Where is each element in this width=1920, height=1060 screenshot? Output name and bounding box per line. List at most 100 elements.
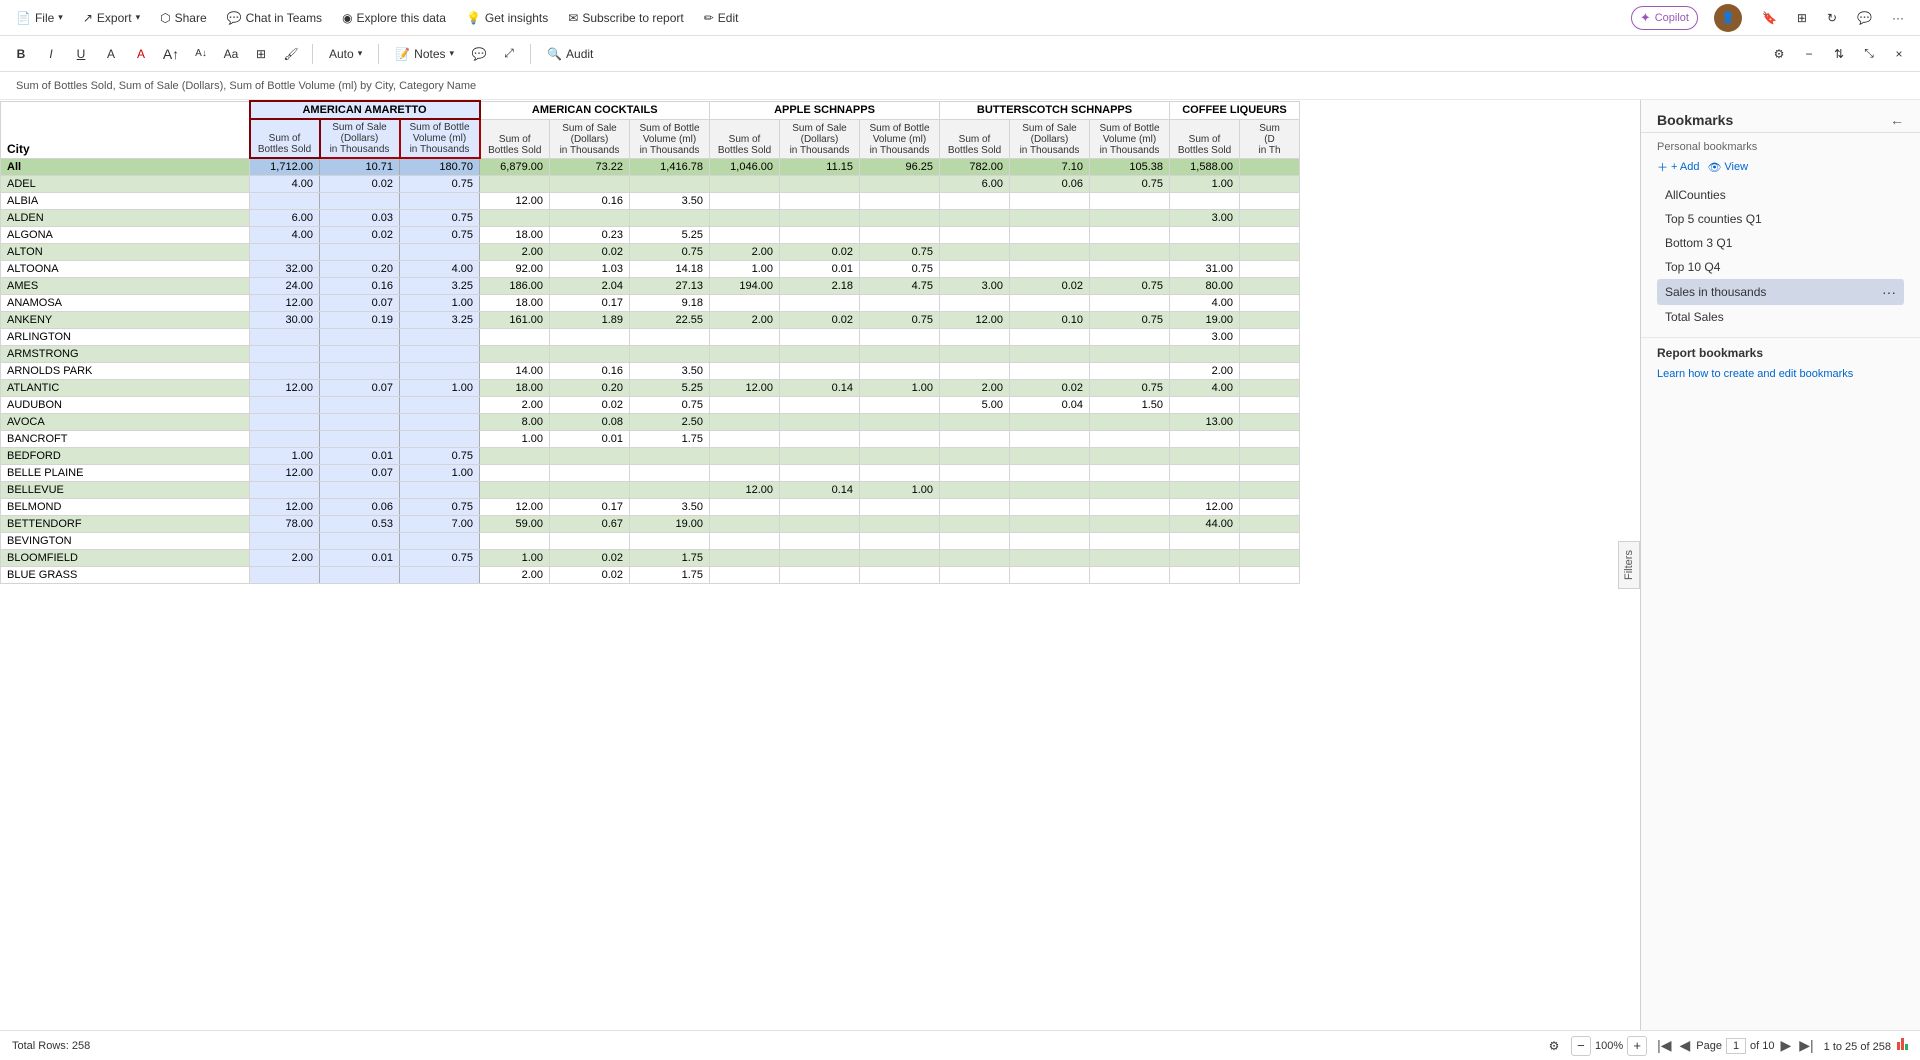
font-color-btn[interactable]: A [128, 41, 154, 67]
page-first-btn[interactable]: |◀ [1655, 1037, 1673, 1054]
settings-panel-btn[interactable]: ⚙ [1766, 41, 1792, 67]
expand-btn[interactable]: ⤢ [496, 41, 522, 67]
sidebar-close-icon[interactable]: ← [1890, 112, 1904, 128]
data-cell: 2.04 [550, 278, 630, 295]
zoom-controls: ⚙ − 100% + [1541, 1033, 1647, 1059]
data-cell [1010, 363, 1090, 380]
data-cell [710, 431, 780, 448]
city-cell: ARMSTRONG [1, 346, 250, 363]
data-cell: 0.01 [550, 431, 630, 448]
zoom-in-btn[interactable]: + [1627, 1036, 1647, 1056]
page-last-btn[interactable]: ▶| [1797, 1037, 1815, 1054]
data-cell: 0.20 [550, 380, 630, 397]
bookmark-more-icon[interactable]: ··· [1882, 284, 1896, 300]
data-cell: 4.00 [1170, 380, 1240, 397]
page-next-btn[interactable]: ▶ [1778, 1037, 1793, 1054]
data-cell: 18.00 [480, 227, 550, 244]
data-cell: 22.55 [630, 312, 710, 329]
data-cell: 6.00 [250, 210, 320, 227]
settings-icon-btn[interactable]: ⚙ [1541, 1033, 1567, 1059]
bookmark-icon-btn[interactable]: 🔖 [1754, 7, 1785, 29]
font-increase-btn[interactable]: A↑ [158, 41, 184, 67]
bookmark-item-0[interactable]: AllCounties [1657, 183, 1904, 207]
close-panel-btn[interactable]: × [1886, 41, 1912, 67]
data-cell [1240, 448, 1300, 465]
data-cell: 3.25 [400, 278, 480, 295]
city-cell: All [1, 158, 250, 176]
edit-btn[interactable]: ✏ Edit [696, 7, 747, 29]
data-cell [860, 567, 940, 584]
font-decrease-btn[interactable]: A↓ [188, 41, 214, 67]
paint-format-btn[interactable]: 🖌 [278, 41, 304, 67]
table-format-btn[interactable]: ⊞ [248, 41, 274, 67]
filters-tab[interactable]: Filters [1618, 541, 1640, 589]
data-cell [250, 567, 320, 584]
learn-link[interactable]: Learn how to create and edit bookmarks [1641, 364, 1920, 384]
expand-view-btn[interactable]: ⤡ [1856, 41, 1882, 67]
data-cell [780, 295, 860, 312]
explore-btn[interactable]: ◉ Explore this data [334, 7, 454, 29]
sort-btn[interactable]: ⇅ [1826, 41, 1852, 67]
data-cell: 0.02 [550, 244, 630, 261]
data-cell [860, 499, 940, 516]
refresh-icon-btn[interactable]: ↻ [1819, 7, 1845, 29]
auto-dropdown[interactable]: Auto ▾ [321, 43, 370, 65]
main-layout: Filters City AMERICAN AMARETTO AMERICAN … [0, 100, 1920, 1030]
data-cell [780, 550, 860, 567]
bookmark-item-5[interactable]: Total Sales [1657, 305, 1904, 329]
subscribe-btn[interactable]: ✉ Subscribe to report [560, 7, 691, 29]
data-cell: 0.20 [320, 261, 400, 278]
underline-btn[interactable]: U [68, 41, 94, 67]
city-cell: ATLANTIC [1, 380, 250, 397]
layout-icon-btn[interactable]: ⊞ [1789, 7, 1815, 29]
data-cell [1010, 295, 1090, 312]
bold-btn[interactable]: B [8, 41, 34, 67]
avatar[interactable]: 👤 [1714, 4, 1742, 32]
data-cell [1010, 516, 1090, 533]
zoom-out-btn[interactable]: − [1571, 1036, 1591, 1056]
table-body: All1,712.0010.71180.706,879.0073.221,416… [1, 158, 1300, 584]
bookmark-item-3[interactable]: Top 10 Q4 [1657, 255, 1904, 279]
export-menu[interactable]: ↗ Export ▾ [75, 7, 148, 29]
data-cell [940, 193, 1010, 210]
data-cell [860, 414, 940, 431]
page-prev-btn[interactable]: ◀ [1678, 1037, 1693, 1054]
data-cell [710, 533, 780, 550]
minus-panel-btn[interactable]: − [1796, 41, 1822, 67]
audit-btn[interactable]: 🔍 Audit [539, 43, 601, 65]
table-row: BEVINGTON [1, 533, 1300, 550]
city-cell: AUDUBON [1, 397, 250, 414]
file-icon: 📄 [16, 11, 31, 25]
highlight-btn[interactable]: A [98, 41, 124, 67]
italic-btn[interactable]: I [38, 41, 64, 67]
sidebar-actions: ＋ + Add 👁 View [1657, 159, 1904, 175]
data-cell [1240, 210, 1300, 227]
text-format-btn[interactable]: Aa [218, 41, 244, 67]
bookmark-item-4[interactable]: Sales in thousands··· [1657, 279, 1904, 305]
bookmark-item-2[interactable]: Bottom 3 Q1 [1657, 231, 1904, 255]
data-cell [940, 295, 1010, 312]
add-bookmark-btn[interactable]: ＋ + Add [1657, 159, 1699, 175]
view-bookmark-btn[interactable]: 👁 View [1707, 159, 1748, 175]
data-cell [1240, 431, 1300, 448]
comment-shape-btn[interactable]: 💬 [466, 41, 492, 67]
data-cell [1010, 346, 1090, 363]
data-cell [1170, 431, 1240, 448]
bookmark-item-1[interactable]: Top 5 counties Q1 [1657, 207, 1904, 231]
table-container[interactable]: Filters City AMERICAN AMARETTO AMERICAN … [0, 100, 1640, 1030]
more-icon-btn[interactable]: ··· [1884, 7, 1912, 29]
insights-btn[interactable]: 💡 Get insights [458, 7, 556, 29]
copilot-btn[interactable]: ✦ Copilot [1631, 6, 1698, 30]
data-cell: 3.50 [630, 193, 710, 210]
comment-icon-btn[interactable]: 💬 [1849, 7, 1880, 29]
data-cell [940, 363, 1010, 380]
data-cell [400, 482, 480, 499]
bs-sale-header: Sum of Sale(Dollars)in Thousands [1010, 119, 1090, 158]
notes-btn[interactable]: 📝 Notes ▾ [387, 43, 462, 65]
chat-teams-btn[interactable]: 💬 Chat in Teams [219, 7, 330, 29]
share-btn[interactable]: ⬡ Share [152, 7, 215, 29]
file-menu[interactable]: 📄 File ▾ [8, 7, 71, 29]
edit-icon: ✏ [704, 11, 714, 25]
share-icon: ⬡ [160, 11, 170, 25]
page-input[interactable]: 1 [1726, 1038, 1746, 1054]
